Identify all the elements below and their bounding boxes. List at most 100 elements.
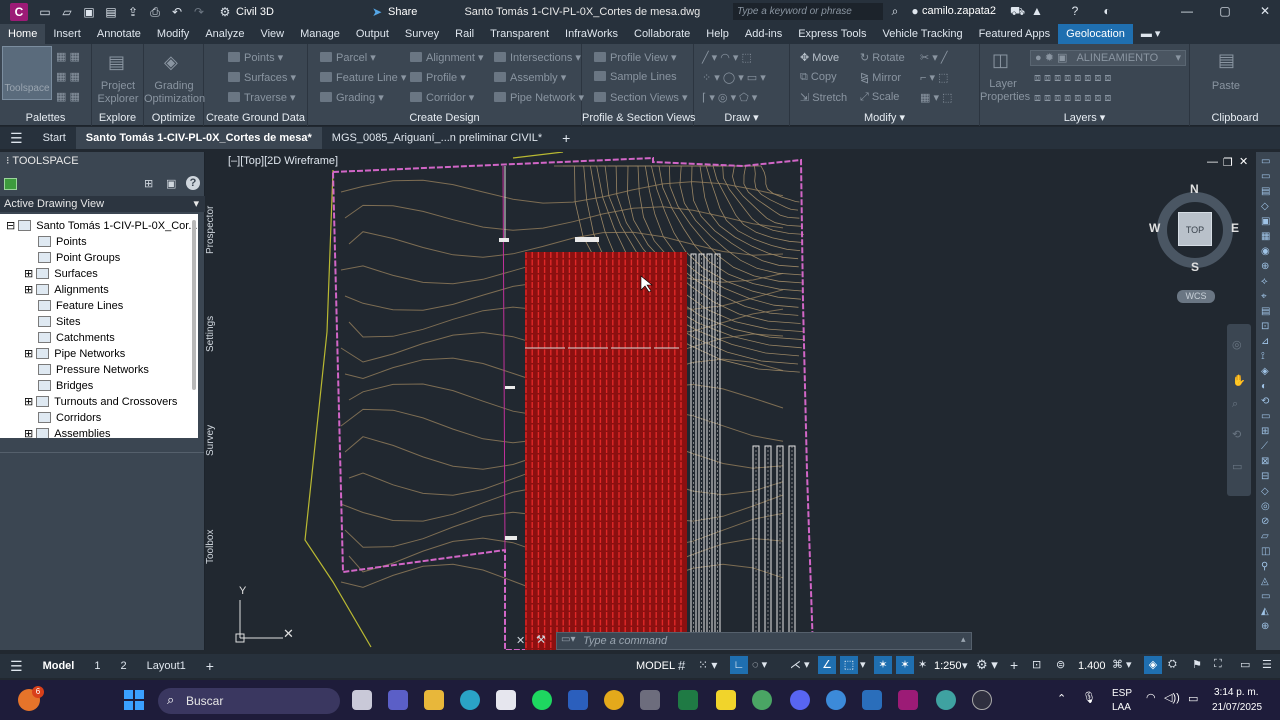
chatgpt-icon[interactable] (972, 690, 992, 710)
trim-icon[interactable]: ✂ ▾ ╱ (920, 51, 947, 64)
section-views-button[interactable]: Section Views ▾ (594, 91, 687, 104)
circle-tool-icon[interactable]: ⁘ ▾ ◯ ▾ ▭ ▾ (702, 71, 766, 84)
right-tool-icon[interactable]: ⊟ (1261, 471, 1269, 483)
chrome-app-icon[interactable] (936, 690, 956, 710)
assembly-button[interactable]: Assembly ▾ (494, 71, 566, 84)
lock-ui-icon[interactable]: ⌘ ▾ (1112, 658, 1132, 671)
points-button[interactable]: Points ▾ (228, 51, 283, 64)
right-tool-icon[interactable]: ◭ (1261, 606, 1269, 618)
tab-infraworks[interactable]: InfraWorks (557, 24, 626, 44)
pan-icon[interactable]: ✋ (1232, 374, 1246, 387)
close-icon[interactable]: ✕ (1258, 4, 1272, 18)
clock-time[interactable]: 3:14 p. m. (1214, 687, 1258, 698)
toolspace-surface-icon[interactable] (4, 178, 17, 190)
new-file-icon[interactable]: ▭ (38, 5, 52, 19)
battery-icon[interactable]: ▭ (1188, 692, 1198, 705)
command-customize-icon[interactable]: ⚒ (536, 633, 546, 646)
right-tool-icon[interactable]: ◐ (1261, 381, 1267, 393)
fillet-icon[interactable]: ⌐ ▾ ⬚ (920, 71, 948, 84)
language-indicator[interactable]: ESP (1112, 688, 1132, 699)
user-icon[interactable]: ● (908, 4, 922, 18)
tab-output[interactable]: Output (348, 24, 397, 44)
tree-item-sites[interactable]: Sites (38, 314, 80, 330)
panel-title-palettes[interactable]: Palettes (0, 110, 91, 126)
autodesk-icon[interactable]: ▲ (1030, 4, 1044, 18)
object-snap-tracking-icon[interactable]: ∠ (818, 656, 836, 674)
toolspace-window-icon[interactable]: ▣ (166, 177, 176, 190)
polar-toggle-icon[interactable]: ◌ ▾ (752, 658, 767, 671)
tab-vehicle-tracking[interactable]: Vehicle Tracking (874, 24, 970, 44)
share-icon[interactable]: ➤ (370, 5, 384, 19)
line-tool-icon[interactable]: ╱ ▾ ◠ ▾ ⬚ (702, 51, 752, 64)
search-icon[interactable]: ⌕ (888, 4, 902, 18)
right-tool-icon[interactable]: ⊕ (1261, 261, 1269, 273)
parcel-button[interactable]: Parcel ▾ (320, 51, 376, 64)
new-tab-icon[interactable]: + (552, 127, 580, 149)
tree-item-point-groups[interactable]: Point Groups (38, 250, 120, 266)
right-tool-icon[interactable]: ⊞ (1261, 426, 1269, 438)
panel-title-profile-section-views[interactable]: Profile & Section Views (582, 110, 696, 126)
tab-analyze[interactable]: Analyze (197, 24, 252, 44)
right-tool-icon[interactable]: ▱ (1261, 531, 1269, 543)
word-icon[interactable] (568, 690, 588, 710)
right-tool-icon[interactable]: ⟟ (1261, 351, 1265, 363)
tab-featured-apps[interactable]: Featured Apps (971, 24, 1059, 44)
viewcube-west[interactable]: W (1149, 221, 1160, 235)
showmotion-icon[interactable]: ▭ (1232, 460, 1242, 473)
pipe-network-button[interactable]: Pipe Network ▾ (494, 91, 584, 104)
viewcube-south[interactable]: S (1191, 260, 1199, 274)
right-tool-icon[interactable]: ⌖ (1261, 291, 1267, 303)
units-icon[interactable]: ⊡ (1032, 658, 1041, 671)
tab-help[interactable]: Help (698, 24, 737, 44)
profile-view-button[interactable]: Profile View ▾ (594, 51, 676, 64)
right-tool-icon[interactable]: ▭ (1261, 591, 1270, 603)
object-snap-icon[interactable]: ⬚ (840, 656, 858, 674)
civil3d-logo[interactable]: C (10, 3, 28, 21)
viewcube-north[interactable]: N (1190, 182, 1199, 196)
grid-toggle-icon[interactable]: # (678, 658, 685, 673)
right-tool-icon[interactable]: ▭ (1261, 171, 1270, 183)
workspace-selector[interactable]: Civil 3D (236, 6, 366, 18)
right-tool-icon[interactable]: ▦ (1261, 231, 1270, 243)
isolate-objects-icon[interactable]: ◈ (1144, 656, 1162, 674)
tree-scrollbar[interactable] (192, 220, 196, 390)
object-snap-menu-icon[interactable]: ▾ (860, 658, 866, 671)
redo-icon[interactable]: ↷ (192, 5, 206, 19)
tab-add-ins[interactable]: Add-ins (737, 24, 790, 44)
panel-title-layers[interactable]: Layers ▾ (980, 110, 1189, 126)
spotify-icon[interactable] (532, 690, 552, 710)
palette-icon-2[interactable]: ▦ ▦ (56, 70, 80, 83)
grading-button[interactable]: Grading ▾ (320, 91, 384, 104)
right-tool-icon[interactable]: ◇ (1261, 201, 1269, 213)
excel-icon[interactable] (678, 690, 698, 710)
annotation-scale-menu-icon[interactable]: ▾ (962, 659, 968, 672)
side-tab-toolbox[interactable]: Toolbox (205, 526, 223, 568)
right-tool-icon[interactable]: ◫ (1261, 546, 1270, 558)
taskbar-search-input[interactable]: Buscar (158, 688, 340, 714)
tab-insert[interactable]: Insert (45, 24, 89, 44)
right-tool-icon[interactable]: ▤ (1261, 306, 1270, 318)
layer-tools-row-2-icon[interactable]: ⧈ ⧈ ⧈ ⧈ ⧈ ⧈ ⧈ ⧈ (1034, 92, 1111, 105)
tab-transparent[interactable]: Transparent (482, 24, 557, 44)
paste-button[interactable]: Paste (1208, 80, 1244, 93)
intersections-button[interactable]: Intersections ▾ (494, 51, 581, 64)
alignment-button[interactable]: Alignment ▾ (410, 51, 484, 64)
discord-icon[interactable] (790, 690, 810, 710)
undo-icon[interactable]: ↶ (170, 5, 184, 19)
tree-item-corridors[interactable]: Corridors (38, 410, 101, 426)
tab-view[interactable]: View (252, 24, 292, 44)
mirror-button[interactable]: ⧎ Mirror (860, 71, 901, 84)
tree-item-catchments[interactable]: Catchments (38, 330, 115, 346)
app-menu-icon[interactable]: ☰ (0, 127, 33, 149)
drawing-viewport[interactable]: [–][Top][2D Wireframe] — ❐ ✕ Y ✕ N S E W… (223, 152, 1255, 650)
tab-express-tools[interactable]: Express Tools (790, 24, 874, 44)
palette-icon-1[interactable]: ▦ ▦ (56, 50, 80, 63)
tree-item-bridges[interactable]: Bridges (38, 378, 93, 394)
clean-screen-icon[interactable]: ⚑ (1192, 658, 1202, 671)
right-tool-icon[interactable]: ⟡ (1261, 276, 1268, 288)
side-tab-survey[interactable]: Survey (205, 422, 223, 458)
ribbon-options-icon[interactable]: ▬ ▾ (1133, 24, 1169, 44)
right-tool-icon[interactable]: ⟲ (1261, 396, 1269, 408)
scale-button[interactable]: ⤢ Scale (860, 91, 899, 104)
app-icon[interactable] (862, 690, 882, 710)
